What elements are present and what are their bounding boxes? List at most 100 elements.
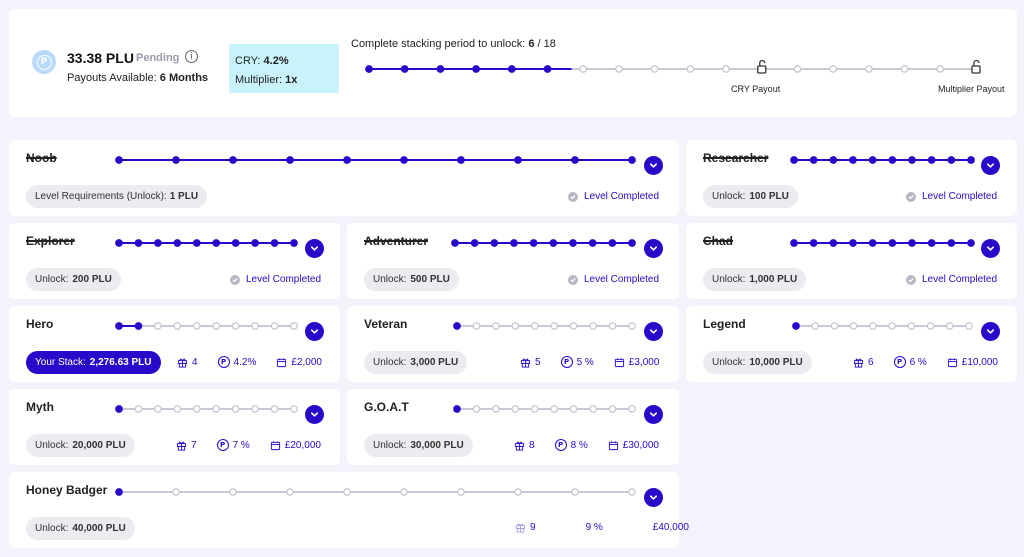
track-step-dot [472, 405, 481, 413]
cry-rate: P6 % [893, 356, 927, 368]
unlock-icon [971, 59, 981, 74]
track-step-dot [470, 239, 479, 247]
track-step-dot [231, 405, 240, 413]
expand-chevron-button[interactable] [981, 239, 1000, 258]
level-card-honey-badger: Honey Badger Unlock: 40,000 PLU 99 % £40,0… [9, 472, 689, 548]
check-circle-icon [230, 274, 240, 285]
track-step-dot [192, 322, 201, 330]
track-step-dot [628, 239, 636, 247]
track-step-dot [792, 322, 800, 330]
stacking-header: P 33.38 PLU Pending i Payouts Available:… [9, 9, 1017, 117]
cry-rate: 9 % [586, 522, 603, 533]
expand-chevron-button[interactable] [305, 405, 324, 424]
cashback-limit: £40,000 [653, 522, 689, 533]
track-step-dot [569, 405, 578, 413]
chevron-down-icon [649, 412, 658, 417]
track-step-dot [453, 405, 461, 413]
expand-chevron-button[interactable] [644, 405, 663, 424]
expand-chevron-button[interactable] [644, 322, 663, 341]
track-step-dot [550, 405, 559, 413]
stacking-step-dot [686, 65, 695, 73]
track-step-dot [115, 405, 123, 413]
expand-chevron-button[interactable] [981, 322, 1000, 341]
track-step-dot [286, 488, 294, 496]
gift-icon [176, 441, 187, 451]
level-rewards: 5 P5 % £3,000 [520, 356, 659, 368]
track-step-dot [628, 322, 636, 330]
cry-value: 6 % [909, 356, 927, 368]
track-step-dot [569, 322, 578, 330]
stacking-step-dot [793, 65, 802, 73]
track-step-dot [172, 156, 180, 164]
track-step-dot [790, 239, 798, 247]
track-step-dot [251, 405, 259, 413]
track-step-dot [251, 322, 259, 330]
track-step-dot [343, 156, 351, 164]
track-step-dot [400, 488, 408, 496]
track-step-dot [173, 239, 182, 247]
cry-value: 7 % [232, 439, 250, 451]
chevron-down-icon [986, 329, 995, 334]
cashback-value: £2,000 [291, 356, 322, 368]
stacking-step-dot [507, 65, 516, 73]
level-rewards: 8 P8 % £30,000 [514, 439, 659, 451]
track-step-dot [492, 405, 500, 413]
level-card-explorer: Explorer Unlock: 200 PLU Level Completed [9, 223, 340, 299]
level-requirement-pill: Unlock: 1,000 PLU [703, 268, 807, 291]
track-step-dot [270, 322, 279, 330]
track-step-dot [967, 239, 975, 247]
track-step-dot [134, 239, 143, 247]
track-step-dot [290, 322, 298, 330]
chevron-down-icon [986, 163, 995, 168]
gift-count: 5 [520, 357, 541, 368]
expand-chevron-button[interactable] [644, 239, 663, 258]
track-step-dot [829, 156, 838, 164]
cashback-value: £40,000 [652, 522, 689, 533]
track-step-dot [589, 405, 597, 413]
track-step-dot [286, 156, 294, 164]
cashback-value: £3,000 [628, 356, 660, 368]
gift-icon [177, 358, 188, 368]
track-step-dot [510, 239, 518, 247]
expand-chevron-button[interactable] [305, 239, 324, 258]
stacking-step-dot [365, 65, 373, 73]
track-step-dot [229, 156, 237, 164]
track-step-dot [451, 239, 459, 247]
chevron-down-icon [649, 495, 658, 500]
track-step-dot [927, 239, 936, 247]
track-step-dot [588, 239, 597, 247]
gift-value: 8 [529, 439, 535, 451]
plu-rewards-icon: P [893, 356, 906, 368]
expand-chevron-button[interactable] [981, 156, 1000, 175]
unlock-icon [757, 59, 767, 74]
level-requirement-pill: Level Requirements (Unlock): 1 PLU [26, 185, 208, 208]
level-card-noob: Noob Level Requirements (Unlock): 1 PLU L… [9, 140, 679, 216]
chevron-down-icon [310, 246, 319, 251]
expand-chevron-button[interactable] [644, 156, 663, 175]
gift-value: 5 [535, 356, 541, 368]
level-requirement-pill: Unlock: 40,000 PLU [26, 517, 135, 540]
plu-rewards-icon: P [216, 439, 229, 451]
cashback-limit: £10,000 [947, 357, 998, 368]
track-step-dot [270, 239, 279, 247]
track-step-dot [589, 322, 597, 330]
stacking-step-dot [829, 65, 838, 73]
chevron-down-icon [310, 412, 319, 417]
level-requirement-pill: Unlock: 20,000 PLU [26, 434, 135, 457]
track-step-dot [947, 156, 956, 164]
track-step-dot [192, 239, 201, 247]
expand-chevron-button[interactable] [644, 488, 663, 507]
gift-count: 9 [515, 522, 536, 533]
track-step-dot [868, 156, 877, 164]
cry-value: 5 % [576, 356, 594, 368]
gift-icon [515, 523, 526, 533]
track-step-dot [173, 322, 182, 330]
track-step-dot [457, 156, 465, 164]
cry-value: 9 % [585, 522, 603, 533]
expand-chevron-button[interactable] [305, 322, 324, 341]
track-step-dot [154, 239, 162, 247]
cry-rate: P5 % [560, 356, 594, 368]
card-icon [947, 357, 957, 367]
chevron-down-icon [649, 163, 658, 168]
plu-rewards-icon: P [560, 356, 573, 368]
